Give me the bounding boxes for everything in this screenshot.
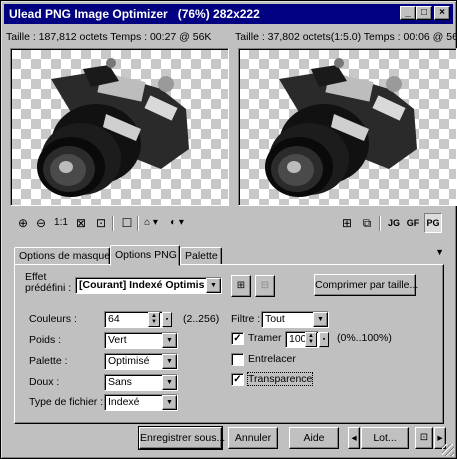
chevron-down-icon[interactable]: ▼ — [162, 375, 177, 390]
cancel-button[interactable]: Annuler — [228, 427, 278, 449]
optimized-size-info: Taille : 37,802 octets(1:5.0) Temps : 00… — [235, 31, 457, 43]
dither-range: (0%..100%) — [337, 332, 392, 344]
png-format-icon[interactable]: PG — [424, 213, 442, 233]
preview-toggle-icon[interactable]: ⊡ — [93, 213, 109, 233]
chevron-down-icon[interactable]: ▼ — [162, 333, 177, 348]
soft-value: Sans — [108, 376, 132, 388]
preset-select[interactable]: [Courant] Indexé Optimis ▼ — [75, 277, 222, 294]
dither-slider-icon[interactable]: ▪ — [319, 332, 329, 347]
jpg-format-icon[interactable]: JG — [386, 213, 402, 233]
fit-window-icon[interactable]: ⊠ — [73, 213, 89, 233]
zoom-out-icon[interactable]: ⊖ — [33, 213, 49, 233]
transparency-label[interactable]: Transparence — [246, 372, 314, 386]
save-preset-icon[interactable]: ⊞ — [231, 275, 251, 297]
dither-label[interactable]: Tramer — [248, 332, 281, 344]
batch-button[interactable]: Lot... — [361, 427, 409, 449]
optimized-preview[interactable] — [238, 48, 457, 206]
crop-icon[interactable]: ⧉ — [359, 213, 375, 233]
colors-label: Couleurs : — [29, 313, 77, 325]
tab-png-options[interactable]: Options PNG — [110, 245, 180, 266]
prev-arrow-icon[interactable]: ◂ — [348, 427, 360, 449]
original-preview[interactable] — [10, 48, 229, 206]
interlace-checkbox[interactable]: ✓ — [231, 353, 244, 366]
palette-label: Palette : — [29, 355, 68, 367]
weight-value: Vert — [108, 334, 127, 346]
compress-by-size-button[interactable]: Comprimer par taille... — [314, 274, 418, 296]
soft-label: Doux : — [29, 376, 60, 388]
view-toolbar: ⊕ ⊖ 1:1 ⊠ ⊡ ☐ ⌂ ▾ ◐ ▾ ⊞ ⧉ JG GF PG — [15, 213, 445, 235]
panel-collapse-icon[interactable]: ▼ — [435, 247, 444, 257]
dither-spinner[interactable]: ▲ ▼ — [305, 332, 317, 347]
camera-image — [265, 58, 417, 197]
palette-value: Optimisé — [108, 355, 150, 367]
save-as-button[interactable]: Enregistrer sous... — [138, 426, 225, 450]
minimize-button[interactable]: _ — [400, 6, 416, 20]
batch-settings-icon[interactable]: ⊡ — [415, 427, 433, 449]
soft-select[interactable]: Sans ▼ — [104, 374, 178, 391]
camera-image — [37, 58, 189, 197]
palette-select[interactable]: Optimisé ▼ — [104, 353, 178, 370]
filter-value: Tout — [265, 313, 285, 325]
browser-preview-dropdown-icon[interactable]: ◐ ▾ — [169, 213, 185, 233]
chevron-down-icon[interactable]: ▼ — [162, 354, 177, 369]
preset-label-line2: prédéfini : — [25, 282, 72, 294]
maximize-button[interactable]: □ — [416, 6, 432, 20]
chevron-down-icon[interactable]: ▼ — [206, 278, 221, 293]
weight-label: Poids : — [29, 334, 62, 346]
original-size-info: Taille : 187,812 octets Temps : 00:27 @ … — [6, 31, 212, 43]
split-view-icon[interactable]: ⊞ — [339, 213, 355, 233]
colors-range: (2..256) — [183, 313, 220, 325]
close-button[interactable]: × — [434, 6, 450, 20]
chevron-down-icon[interactable]: ▼ — [162, 395, 177, 410]
filter-select[interactable]: Tout ▼ — [261, 311, 329, 328]
interlace-label[interactable]: Entrelacer — [248, 353, 296, 365]
tab-palette[interactable]: Palette — [180, 247, 222, 265]
weight-select[interactable]: Vert ▼ — [104, 332, 178, 349]
single-view-icon[interactable]: ☐ — [119, 213, 135, 233]
dither-checkbox[interactable]: ✓ — [231, 332, 244, 345]
png-options-panel: Effet prédéfini : [Courant] Indexé Optim… — [14, 264, 444, 424]
window-title: Ulead PNG Image Optimizer (76%) 282x222 — [9, 7, 260, 21]
eraser-dropdown-icon[interactable]: ⌂ ▾ — [143, 213, 159, 233]
tab-mask-options[interactable]: Options de masque — [14, 247, 110, 265]
filetype-value: Indexé — [108, 396, 140, 408]
filetype-select[interactable]: Indexé ▼ — [104, 394, 178, 411]
transparency-checkbox[interactable]: ✓ — [231, 373, 244, 386]
resize-grip-icon[interactable] — [442, 444, 454, 456]
help-button[interactable]: Aide — [289, 427, 339, 449]
title-bar[interactable]: Ulead PNG Image Optimizer (76%) 282x222 … — [4, 4, 453, 24]
zoom-in-icon[interactable]: ⊕ — [15, 213, 31, 233]
optimizer-window: Ulead PNG Image Optimizer (76%) 282x222 … — [0, 0, 457, 459]
filetype-label: Type de fichier : — [29, 396, 104, 408]
colors-spinner[interactable]: ▲ ▼ — [148, 312, 160, 327]
delete-preset-icon[interactable]: ⊟ — [255, 275, 275, 297]
preset-value: [Courant] Indexé Optimis — [79, 279, 205, 291]
colors-slider-icon[interactable]: ▪ — [162, 312, 172, 327]
actual-size-button[interactable]: 1:1 — [53, 213, 69, 233]
filter-label: Filtre : — [231, 313, 261, 325]
chevron-down-icon[interactable]: ▼ — [313, 312, 328, 327]
gif-format-icon[interactable]: GF — [405, 213, 421, 233]
